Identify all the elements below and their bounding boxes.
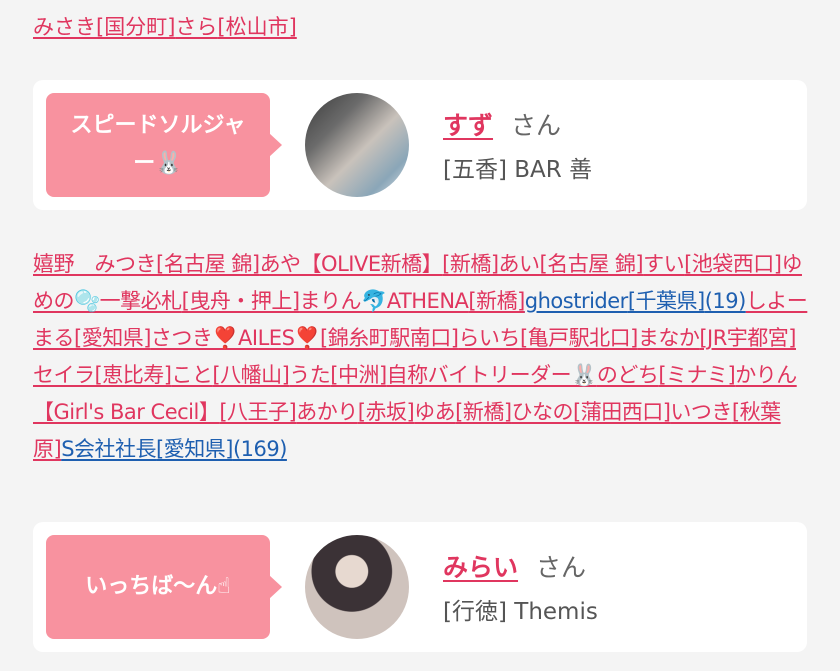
name-link[interactable]: [蒲田西口] — [573, 400, 671, 424]
name-link[interactable]: [新橋] — [455, 400, 512, 424]
name-link[interactable]: [中洲] — [330, 363, 387, 387]
top-link-row: みさき[国分町]さら[松山市] — [33, 10, 297, 44]
name-link[interactable]: あかり — [296, 400, 358, 424]
name-link[interactable]: S会社社長 — [61, 437, 156, 461]
name-line: すず さん — [443, 106, 561, 142]
name-link[interactable]: [曳舟・押上] — [182, 289, 300, 313]
name-link[interactable]: さら — [175, 15, 217, 39]
name-link[interactable]: [赤坂] — [358, 400, 415, 424]
name-link[interactable]: (169) — [233, 437, 287, 461]
avatar[interactable] — [305, 535, 409, 639]
name-link[interactable]: [八王子] — [219, 400, 296, 424]
name-link[interactable]: [八幡山] — [212, 363, 289, 387]
name-link[interactable]: [国分町] — [96, 15, 175, 39]
name-link[interactable]: [千葉県] — [628, 289, 705, 313]
name-link[interactable]: [愛知県] — [74, 326, 151, 350]
avatar[interactable] — [305, 93, 409, 197]
name-link[interactable]: 嬉野 みつき — [33, 252, 157, 276]
shop-name: Themis — [514, 599, 598, 625]
name-link[interactable]: [新橋] — [468, 289, 525, 313]
name-link[interactable]: ひなの — [512, 400, 574, 424]
profile-name-link[interactable]: みらい — [443, 553, 518, 582]
honorific: さん — [536, 553, 587, 582]
area-label: [五香] — [443, 157, 507, 183]
featured-card-mirai[interactable]: いっちば〜ん☝ みらい さん [行徳] Themis — [33, 522, 807, 652]
name-link[interactable]: うた — [289, 363, 331, 387]
name-link[interactable]: さつき❣️AILES❣️ — [151, 326, 321, 350]
name-link[interactable]: いつき — [670, 400, 732, 424]
name-link[interactable]: [JR宇都宮] — [699, 326, 796, 350]
name-link[interactable]: [愛知県] — [156, 437, 233, 461]
profile-name-link[interactable]: すず — [443, 111, 493, 140]
title-bubble: いっちば〜ん☝ — [46, 535, 282, 639]
bubble-line-1: いっちば〜ん☝ — [85, 574, 231, 599]
name-link[interactable]: ghostrider — [525, 289, 629, 313]
title-bubble: スピードソルジャ ー🐰 — [46, 93, 282, 197]
name-link[interactable]: らいち — [458, 326, 520, 350]
name-link[interactable]: あい — [499, 252, 541, 276]
name-link-cloud: 嬉野 みつき[名古屋 錦]あや【OLIVE新橋】[新橋]あい[名古屋 錦]すい[… — [33, 246, 808, 468]
shop-name: BAR 善 — [514, 157, 593, 183]
name-link[interactable]: [松山市] — [217, 15, 296, 39]
name-link[interactable]: みさき — [33, 15, 96, 39]
name-link[interactable]: [亀戸駅北口] — [520, 326, 638, 350]
area-label: [行徳] — [443, 599, 507, 625]
name-link[interactable]: [新橋] — [442, 252, 499, 276]
name-link[interactable]: こと — [171, 363, 213, 387]
name-link[interactable]: のどち — [597, 363, 659, 387]
name-link[interactable]: [名古屋 錦] — [540, 252, 644, 276]
name-link[interactable]: セイラ — [33, 363, 95, 387]
name-link[interactable]: [池袋西口] — [684, 252, 782, 276]
name-link[interactable]: まりん🐬ATHENA — [300, 289, 469, 313]
name-link[interactable]: まなか — [638, 326, 700, 350]
honorific: さん — [511, 111, 562, 140]
name-link[interactable]: あや【OLIVE新橋】 — [260, 252, 443, 276]
name-link[interactable]: ゆあ — [414, 400, 456, 424]
name-link[interactable]: 自称バイトリーダー🐰 — [387, 363, 598, 387]
shop-line: [行徳] Themis — [443, 592, 598, 626]
shop-line: [五香] BAR 善 — [443, 150, 592, 184]
name-link[interactable]: すい — [643, 252, 685, 276]
featured-card-suzu[interactable]: スピードソルジャ ー🐰 すず さん [五香] BAR 善 — [33, 80, 807, 210]
name-link[interactable]: (19) — [705, 289, 747, 313]
name-link[interactable]: [錦糸町駅南口] — [320, 326, 459, 350]
bubble-line-1: スピードソルジャ — [70, 113, 246, 138]
bubble-line-2: ー🐰 — [133, 151, 183, 176]
name-link[interactable]: [名古屋 錦] — [156, 252, 260, 276]
name-link[interactable]: [恵比寿] — [95, 363, 172, 387]
name-line: みらい さん — [443, 548, 586, 584]
name-link[interactable]: [ミナミ] — [658, 363, 735, 387]
